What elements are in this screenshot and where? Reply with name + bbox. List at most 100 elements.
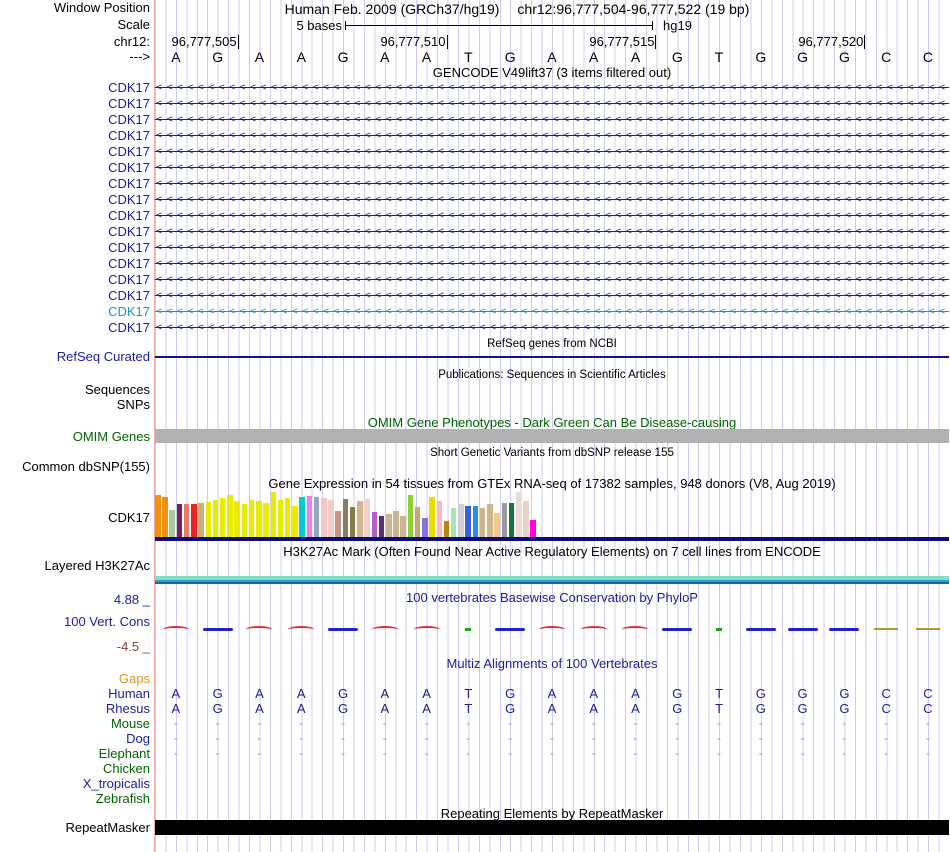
gtex-tissue-bar[interactable] xyxy=(523,501,529,537)
species-label[interactable]: Dog xyxy=(126,731,150,746)
gtex-tissue-bar[interactable] xyxy=(371,512,378,537)
gene-row[interactable]: CDK17 <<<<<<<<<<<<<<<<<<<<<<<<<<<<<<<<<<<… xyxy=(0,192,950,208)
gene-transcript[interactable]: <<<<<<<<<<<<<<<<<<<<<<<<<<<<<<<<<<<<<<<<… xyxy=(155,272,949,288)
gtex-tissue-bar[interactable] xyxy=(284,498,291,537)
gtex-tissue-bar[interactable] xyxy=(429,497,435,537)
gene-row[interactable]: CDK17 <<<<<<<<<<<<<<<<<<<<<<<<<<<<<<<<<<<… xyxy=(0,320,950,336)
gtex-tissue-bar[interactable] xyxy=(393,511,399,537)
h3k27ac-signal-band-dark[interactable] xyxy=(155,582,949,584)
gtex-tissue-bar[interactable] xyxy=(414,507,421,537)
gtex-tissue-bar[interactable] xyxy=(176,504,183,537)
gene-label[interactable]: CDK17 xyxy=(108,209,150,223)
gene-label[interactable]: CDK17 xyxy=(108,145,150,159)
multiz-row-x_tropicalis[interactable]: X_tropicalis xyxy=(0,776,950,791)
gtex-tissue-bar[interactable] xyxy=(292,506,298,537)
gene-row[interactable]: CDK17 <<<<<<<<<<<<<<<<<<<<<<<<<<<<<<<<<<<… xyxy=(0,112,950,128)
repeatmasker-element-bar[interactable] xyxy=(155,820,949,835)
multiz-row-mouse[interactable]: Mouse - - - - - - - - - - - - - - - - - - - xyxy=(0,716,950,731)
gtex-tissue-bar[interactable] xyxy=(465,506,471,537)
omim-gene-bar[interactable] xyxy=(155,429,949,443)
gene-row[interactable]: CDK17 <<<<<<<<<<<<<<<<<<<<<<<<<<<<<<<<<<<… xyxy=(0,160,950,176)
gtex-tissue-bar[interactable] xyxy=(313,497,320,537)
multiz-row-dog[interactable]: Dog - - - - - - - - - - - - - - - - - - - xyxy=(0,731,950,746)
gene-transcript[interactable]: <<<<<<<<<<<<<<<<<<<<<<<<<<<<<<<<<<<<<<<<… xyxy=(155,240,949,256)
gene-row[interactable]: CDK17 <<<<<<<<<<<<<<<<<<<<<<<<<<<<<<<<<<<… xyxy=(0,240,950,256)
multiz-row-zebrafish[interactable]: Zebrafish xyxy=(0,791,950,806)
gtex-tissue-bar[interactable] xyxy=(212,500,219,537)
gene-transcript[interactable]: <<<<<<<<<<<<<<<<<<<<<<<<<<<<<<<<<<<<<<<<… xyxy=(155,192,949,208)
gene-label[interactable]: CDK17 xyxy=(108,129,150,143)
gene-transcript[interactable]: <<<<<<<<<<<<<<<<<<<<<<<<<<<<<<<<<<<<<<<<… xyxy=(155,208,949,224)
gene-transcript[interactable]: <<<<<<<<<<<<<<<<<<<<<<<<<<<<<<<<<<<<<<<<… xyxy=(155,224,949,240)
repeatmasker-label[interactable]: RepeatMasker xyxy=(65,821,150,835)
gene-label[interactable]: CDK17 xyxy=(108,113,150,127)
species-label[interactable]: Chicken xyxy=(103,761,150,776)
gtex-tissue-bar[interactable] xyxy=(162,497,168,537)
species-label[interactable]: Human xyxy=(108,686,150,701)
gtex-tissue-bar[interactable] xyxy=(299,497,305,537)
multiz-row-elephant[interactable]: Elephant - - - - - - - - - - - - - - - - - - - xyxy=(0,746,950,761)
gene-transcript[interactable]: <<<<<<<<<<<<<<<<<<<<<<<<<<<<<<<<<<<<<<<<… xyxy=(155,80,949,96)
gtex-tissue-bar[interactable] xyxy=(349,507,356,537)
gtex-tissue-bar[interactable] xyxy=(378,516,385,537)
gtex-tissue-bar[interactable] xyxy=(357,501,363,537)
gene-row[interactable]: CDK17 <<<<<<<<<<<<<<<<<<<<<<<<<<<<<<<<<<<… xyxy=(0,208,950,224)
gene-transcript[interactable]: <<<<<<<<<<<<<<<<<<<<<<<<<<<<<<<<<<<<<<<<… xyxy=(155,144,949,160)
species-label[interactable]: Mouse xyxy=(111,716,150,731)
species-label[interactable]: X_tropicalis xyxy=(83,776,150,791)
gene-label[interactable]: CDK17 xyxy=(108,241,150,255)
omim-genes-label[interactable]: OMIM Genes xyxy=(73,430,150,444)
gtex-tissue-bar[interactable] xyxy=(436,501,443,537)
phylop-track-label[interactable]: 100 Vert. Cons xyxy=(64,615,150,629)
gtex-tissue-bar[interactable] xyxy=(270,492,276,537)
gtex-tissue-bar[interactable] xyxy=(191,504,197,537)
gtex-tissue-bar[interactable] xyxy=(241,504,248,537)
h3k27ac-label[interactable]: Layered H3K27Ac xyxy=(44,559,150,573)
gtex-tissue-bar[interactable] xyxy=(169,510,175,537)
gtex-expression-bars[interactable] xyxy=(155,492,949,537)
gtex-tissue-bar[interactable] xyxy=(335,511,341,537)
gtex-tissue-bar[interactable] xyxy=(487,504,493,537)
gene-label[interactable]: CDK17 xyxy=(108,289,150,303)
gtex-tissue-bar[interactable] xyxy=(508,503,515,537)
gtex-tissue-bar[interactable] xyxy=(183,504,190,537)
gtex-tissue-bar[interactable] xyxy=(443,521,450,537)
gtex-tissue-bar[interactable] xyxy=(155,495,161,537)
gene-row[interactable]: CDK17 <<<<<<<<<<<<<<<<<<<<<<<<<<<<<<<<<<<… xyxy=(0,144,950,160)
gtex-tissue-bar[interactable] xyxy=(494,513,500,537)
gtex-tissue-bar[interactable] xyxy=(422,518,428,537)
gene-transcript[interactable]: <<<<<<<<<<<<<<<<<<<<<<<<<<<<<<<<<<<<<<<<… xyxy=(155,320,949,336)
gene-label[interactable]: CDK17 xyxy=(108,225,150,239)
gene-row[interactable]: CDK17 <<<<<<<<<<<<<<<<<<<<<<<<<<<<<<<<<<<… xyxy=(0,96,950,112)
refseq-gene-line[interactable] xyxy=(155,356,949,358)
species-label[interactable]: Elephant xyxy=(99,746,150,761)
gene-row[interactable]: CDK17 <<<<<<<<<<<<<<<<<<<<<<<<<<<<<<<<<<<… xyxy=(0,224,950,240)
phylop-wiggle[interactable] xyxy=(155,622,949,636)
gtex-tissue-bar[interactable] xyxy=(342,499,349,537)
gtex-tissue-bar[interactable] xyxy=(386,514,392,537)
gene-transcript[interactable]: <<<<<<<<<<<<<<<<<<<<<<<<<<<<<<<<<<<<<<<<… xyxy=(155,160,949,176)
gtex-tissue-bar[interactable] xyxy=(277,500,284,537)
multiz-row-rhesus[interactable]: Rhesus A G A A G A A T G A A A G T G G G C C xyxy=(0,701,950,716)
gene-row[interactable]: CDK17 <<<<<<<<<<<<<<<<<<<<<<<<<<<<<<<<<<<… xyxy=(0,272,950,288)
gene-label[interactable]: CDK17 xyxy=(108,97,150,111)
species-label[interactable]: Zebrafish xyxy=(96,791,150,806)
gtex-tissue-bar[interactable] xyxy=(328,500,334,537)
gene-transcript[interactable]: <<<<<<<<<<<<<<<<<<<<<<<<<<<<<<<<<<<<<<<<… xyxy=(155,128,949,144)
gtex-tissue-bar[interactable] xyxy=(472,506,479,537)
gene-transcript[interactable]: <<<<<<<<<<<<<<<<<<<<<<<<<<<<<<<<<<<<<<<<… xyxy=(155,304,949,320)
gene-label[interactable]: CDK17 xyxy=(108,177,150,191)
gene-transcript[interactable]: <<<<<<<<<<<<<<<<<<<<<<<<<<<<<<<<<<<<<<<<… xyxy=(155,176,949,192)
gtex-tissue-bar[interactable] xyxy=(450,508,457,537)
gene-label[interactable]: CDK17 xyxy=(108,81,150,95)
gene-row[interactable]: CDK17 <<<<<<<<<<<<<<<<<<<<<<<<<<<<<<<<<<<… xyxy=(0,80,950,96)
species-label[interactable]: Gaps xyxy=(119,671,150,686)
gtex-tissue-bar[interactable] xyxy=(479,508,486,537)
gtex-tissue-bar[interactable] xyxy=(205,502,212,537)
multiz-row-chicken[interactable]: Chicken xyxy=(0,761,950,776)
gtex-tissue-bar[interactable] xyxy=(306,496,313,537)
gtex-tissue-bar[interactable] xyxy=(248,500,255,537)
sequences-label[interactable]: Sequences xyxy=(85,383,150,397)
gtex-tissue-bar[interactable] xyxy=(400,516,406,537)
refseq-curated-label[interactable]: RefSeq Curated xyxy=(57,350,150,364)
